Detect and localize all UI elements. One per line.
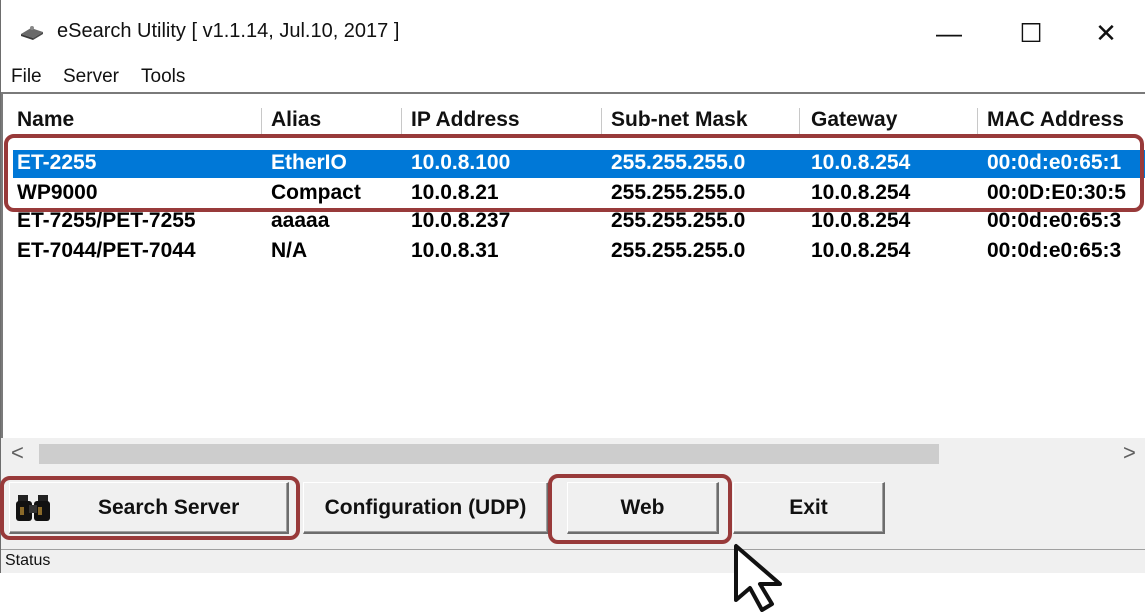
column-mac-address[interactable]: MAC Address: [987, 108, 1124, 132]
row-mac: 00:0D:E0:30:5: [987, 181, 1126, 204]
server-list[interactable]: Name Alias IP Address Sub-net Mask Gatew…: [1, 92, 1145, 464]
horizontal-scrollbar[interactable]: < >: [1, 438, 1145, 468]
scroll-left-icon[interactable]: <: [11, 440, 24, 466]
list-row[interactable]: ET-7255/PET-7255 aaaaa 10.0.8.237 255.25…: [13, 208, 1145, 236]
close-button[interactable]: ✕: [1076, 10, 1136, 56]
row-ip: 10.0.8.31: [411, 239, 499, 262]
scroll-right-icon[interactable]: >: [1123, 440, 1136, 466]
row-gateway: 10.0.8.254: [811, 239, 911, 262]
maximize-button[interactable]: ☐: [1001, 10, 1061, 56]
column-name[interactable]: Name: [17, 108, 74, 132]
maximize-icon: ☐: [1019, 17, 1043, 48]
row-gateway: 10.0.8.254: [811, 209, 911, 232]
search-server-label: Search Server: [98, 495, 240, 519]
row-gateway: 10.0.8.254: [811, 151, 911, 174]
binoculars-icon: [16, 495, 50, 521]
web-label: Web: [620, 495, 665, 519]
row-mask: 255.255.255.0: [611, 181, 746, 204]
exit-button[interactable]: Exit: [733, 482, 885, 534]
column-subnet-mask[interactable]: Sub-net Mask: [611, 108, 748, 132]
column-ip-address[interactable]: IP Address: [411, 108, 520, 132]
row-alias: Compact: [271, 181, 361, 204]
row-mac: 00:0d:e0:65:3: [987, 239, 1122, 262]
app-icon: [21, 26, 43, 40]
row-mac: 00:0d:e0:65:1: [987, 151, 1122, 174]
row-mask: 255.255.255.0: [611, 209, 746, 232]
list-row[interactable]: ET-7044/PET-7044 N/A 10.0.8.31 255.255.2…: [13, 238, 1145, 266]
list-row-selected[interactable]: ET-2255 EtherIO 10.0.8.100 255.255.255.0…: [13, 150, 1145, 178]
menu-server[interactable]: Server: [63, 66, 119, 88]
row-gateway: 10.0.8.254: [811, 181, 911, 204]
web-button[interactable]: Web: [567, 482, 719, 534]
list-row[interactable]: WP9000 Compact 10.0.8.21 255.255.255.0 1…: [13, 180, 1145, 208]
row-name: ET-7255/PET-7255: [17, 209, 196, 232]
row-alias: aaaaa: [271, 209, 330, 232]
row-ip: 10.0.8.21: [411, 181, 499, 204]
minimize-button[interactable]: —: [919, 10, 979, 56]
configuration-udp-button[interactable]: Configuration (UDP): [303, 482, 549, 534]
row-alias: N/A: [271, 239, 308, 262]
row-ip: 10.0.8.100: [411, 151, 511, 174]
row-name: ET-2255: [17, 151, 97, 174]
minimize-icon: —: [936, 17, 962, 48]
row-mac: 00:0d:e0:65:3: [987, 209, 1122, 232]
mouse-cursor-icon: [734, 544, 782, 612]
row-alias: EtherIO: [271, 151, 347, 174]
row-mask: 255.255.255.0: [611, 239, 746, 262]
list-header: Name Alias IP Address Sub-net Mask Gatew…: [3, 108, 1145, 136]
exit-label: Exit: [789, 495, 828, 519]
title-bar[interactable]: eSearch Utility [ v1.1.14, Jul.10, 2017 …: [1, 0, 1145, 60]
search-server-button[interactable]: Search Server: [9, 482, 289, 534]
menu-bar: File Server Tools: [1, 60, 1145, 92]
row-name: WP9000: [17, 181, 98, 204]
column-alias[interactable]: Alias: [271, 108, 321, 132]
close-icon: ✕: [1095, 17, 1117, 48]
configuration-udp-label: Configuration (UDP): [324, 495, 527, 519]
row-name: ET-7044/PET-7044: [17, 239, 196, 262]
row-ip: 10.0.8.237: [411, 209, 511, 232]
esearch-window: eSearch Utility [ v1.1.14, Jul.10, 2017 …: [0, 0, 1145, 573]
row-mask: 255.255.255.0: [611, 151, 746, 174]
menu-tools[interactable]: Tools: [141, 66, 185, 88]
menu-file[interactable]: File: [11, 66, 42, 88]
scroll-thumb[interactable]: [39, 444, 939, 464]
status-text: Status: [5, 552, 51, 569]
status-bar: Status: [1, 549, 1145, 573]
window-title: eSearch Utility [ v1.1.14, Jul.10, 2017 …: [57, 20, 400, 42]
column-gateway[interactable]: Gateway: [811, 108, 897, 132]
